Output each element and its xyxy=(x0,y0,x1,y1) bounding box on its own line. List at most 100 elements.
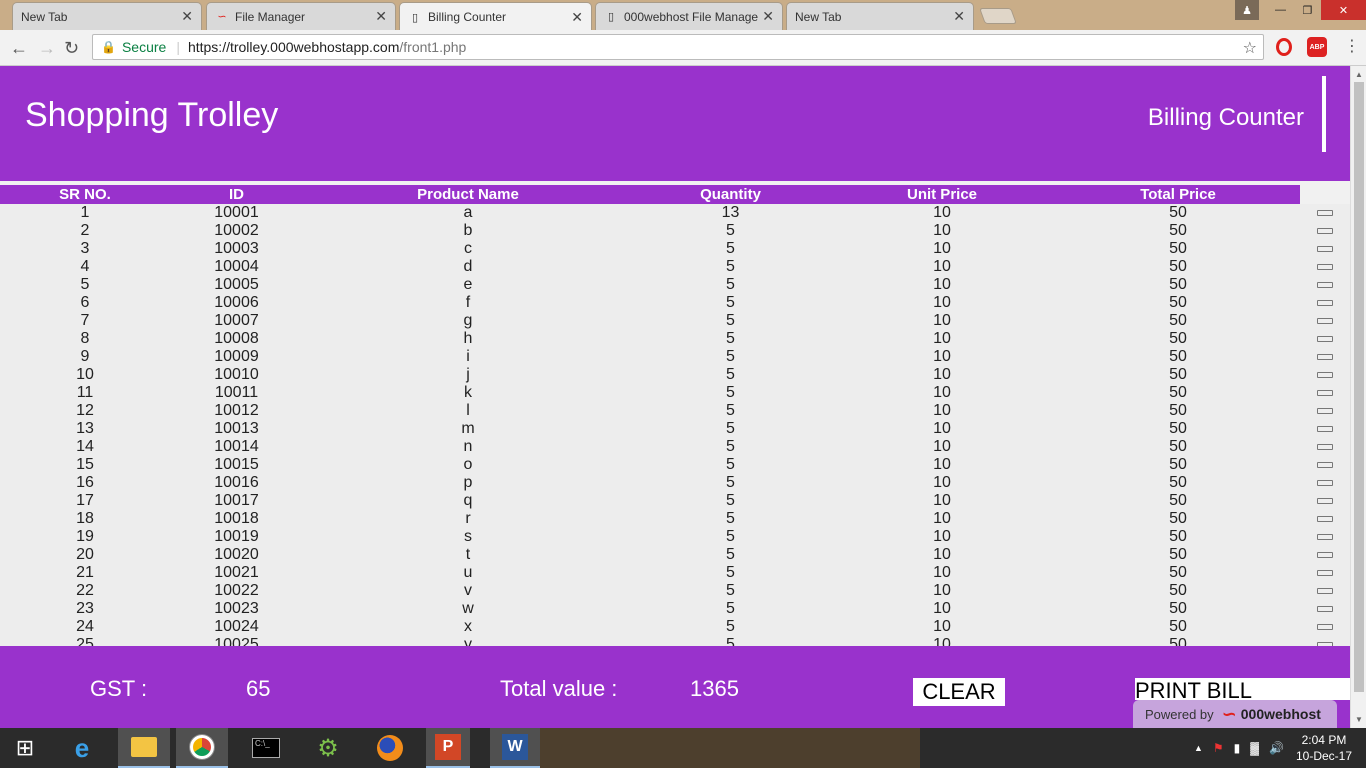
cell-quantity: 5 xyxy=(726,564,735,581)
page-subtitle: Billing Counter xyxy=(1147,104,1304,131)
cell-product-name: y xyxy=(464,636,472,646)
network-alert-icon[interactable]: ⚑ xyxy=(1213,741,1224,755)
remove-item-button[interactable] xyxy=(1317,480,1333,486)
cell-total-price: 50 xyxy=(1169,600,1187,617)
restore-icon[interactable]: ❐ xyxy=(1294,0,1321,20)
remove-item-button[interactable] xyxy=(1317,282,1333,288)
powered-by-badge[interactable]: Powered by ∽ 000webhost xyxy=(1133,700,1337,728)
adblock-extension-icon[interactable]: ABP xyxy=(1307,37,1327,57)
remove-item-button[interactable] xyxy=(1317,552,1333,558)
tab-close-icon[interactable]: ✕ xyxy=(762,8,774,25)
cell-total-price: 50 xyxy=(1169,528,1187,545)
profile-icon[interactable]: ♟ xyxy=(1235,0,1259,20)
remove-item-button[interactable] xyxy=(1317,462,1333,468)
cell-sr-no: 13 xyxy=(76,420,94,437)
chrome-icon[interactable] xyxy=(176,728,228,768)
browser-tab[interactable]: ∽ File Manager ✕ xyxy=(206,2,396,30)
column-header-quantity: Quantity xyxy=(700,186,761,203)
browser-toolbar: ← → ↻ 🔒 Secure | https://trolley.000webh… xyxy=(0,30,1366,66)
bookmark-star-icon[interactable]: ☆ xyxy=(1243,38,1257,58)
opera-extension-icon[interactable] xyxy=(1276,38,1292,56)
cmd-icon[interactable]: C:\_ xyxy=(244,728,288,768)
document-favicon-icon: ▯ xyxy=(607,11,615,23)
reload-icon[interactable]: ↻ xyxy=(64,38,79,59)
minimize-icon[interactable]: — xyxy=(1267,0,1294,20)
remove-item-button[interactable] xyxy=(1317,300,1333,306)
remove-item-button[interactable] xyxy=(1317,444,1333,450)
print-bill-button[interactable]: PRINT BILL xyxy=(1135,678,1350,703)
remove-item-button[interactable] xyxy=(1317,588,1333,594)
cell-sr-no: 24 xyxy=(76,618,94,635)
ie-icon[interactable]: e xyxy=(60,728,104,768)
android-studio-icon[interactable]: ⚙ xyxy=(306,728,350,768)
row-action-cell xyxy=(1300,510,1350,528)
table-row: 16 10016 p 5 10 50 xyxy=(0,474,1350,492)
word-icon[interactable]: W xyxy=(490,728,540,768)
remove-item-button[interactable] xyxy=(1317,318,1333,324)
tray-expand-icon[interactable]: ▲ xyxy=(1194,743,1203,753)
cell-unit-price: 10 xyxy=(933,222,951,239)
remove-item-button[interactable] xyxy=(1317,264,1333,270)
tab-close-icon[interactable]: ✕ xyxy=(953,8,965,25)
total-value: 1365 xyxy=(690,676,739,701)
volume-icon[interactable]: 🔊 xyxy=(1269,741,1284,755)
cell-product-name: r xyxy=(465,510,471,527)
scroll-up-icon[interactable]: ▲ xyxy=(1355,70,1363,79)
remove-item-button[interactable] xyxy=(1317,246,1333,252)
remove-item-button[interactable] xyxy=(1317,390,1333,396)
window-close-icon[interactable]: ✕ xyxy=(1321,0,1366,20)
browser-tab[interactable]: ▯ Billing Counter ✕ xyxy=(399,2,592,31)
new-tab-button[interactable] xyxy=(979,8,1017,24)
cell-quantity: 5 xyxy=(726,636,735,646)
back-icon[interactable]: ← xyxy=(10,38,28,59)
tab-close-icon[interactable]: ✕ xyxy=(375,8,387,25)
windows-start-icon[interactable]: ⊞ xyxy=(0,728,50,768)
remove-item-button[interactable] xyxy=(1317,534,1333,540)
wallpaper-strip xyxy=(540,728,920,768)
remove-item-button[interactable] xyxy=(1317,426,1333,432)
powerpoint-icon[interactable]: P xyxy=(426,728,470,768)
browser-menu-icon[interactable]: ⋮ xyxy=(1344,36,1360,56)
taskbar-clock[interactable]: 2:04 PM 10-Dec-17 xyxy=(1296,732,1352,764)
battery-icon[interactable]: ▮ xyxy=(1234,741,1241,755)
browser-tab[interactable]: New Tab ✕ xyxy=(786,2,974,30)
remove-item-button[interactable] xyxy=(1317,516,1333,522)
remove-item-button[interactable] xyxy=(1317,372,1333,378)
remove-item-button[interactable] xyxy=(1317,606,1333,612)
remove-item-button[interactable] xyxy=(1317,210,1333,216)
tab-close-icon[interactable]: ✕ xyxy=(571,9,583,26)
system-tray: ▲ ⚑ ▮ ▓ 🔊 2:04 PM 10-Dec-17 xyxy=(1194,728,1366,768)
cell-product-name: b xyxy=(463,222,473,239)
cell-product-name: g xyxy=(463,312,473,329)
forward-icon[interactable]: → xyxy=(38,38,56,59)
address-bar[interactable]: 🔒 Secure | https://trolley.000webhostapp… xyxy=(92,34,1264,60)
cell-total-price: 50 xyxy=(1169,348,1187,365)
cell-unit-price: 10 xyxy=(933,474,951,491)
remove-item-button[interactable] xyxy=(1317,354,1333,360)
remove-item-button[interactable] xyxy=(1317,228,1333,234)
browser-tab[interactable]: ▯ 000webhost File Manage ✕ xyxy=(595,2,783,30)
signal-icon[interactable]: ▓ xyxy=(1250,741,1259,755)
scroll-thumb[interactable] xyxy=(1354,82,1364,692)
page-scrollbar[interactable]: ▲ ▼ xyxy=(1350,66,1366,728)
cell-unit-price: 10 xyxy=(933,582,951,599)
browser-tab[interactable]: New Tab ✕ xyxy=(12,2,202,30)
tab-close-icon[interactable]: ✕ xyxy=(181,8,193,25)
table-row: 2 10002 b 5 10 50 xyxy=(0,222,1350,240)
cell-unit-price: 10 xyxy=(933,600,951,617)
cell-product-name: s xyxy=(464,528,472,545)
cell-id: 10010 xyxy=(214,366,259,383)
clear-button[interactable]: CLEAR xyxy=(913,678,1005,706)
table-row: 18 10018 r 5 10 50 xyxy=(0,510,1350,528)
firefox-icon[interactable] xyxy=(368,728,412,768)
cell-total-price: 50 xyxy=(1169,636,1187,646)
cell-product-name: m xyxy=(461,420,475,437)
remove-item-button[interactable] xyxy=(1317,624,1333,630)
remove-item-button[interactable] xyxy=(1317,498,1333,504)
cell-product-name: h xyxy=(463,330,473,347)
remove-item-button[interactable] xyxy=(1317,336,1333,342)
scroll-down-icon[interactable]: ▼ xyxy=(1355,715,1363,724)
remove-item-button[interactable] xyxy=(1317,570,1333,576)
file-explorer-icon[interactable] xyxy=(118,728,170,768)
remove-item-button[interactable] xyxy=(1317,408,1333,414)
